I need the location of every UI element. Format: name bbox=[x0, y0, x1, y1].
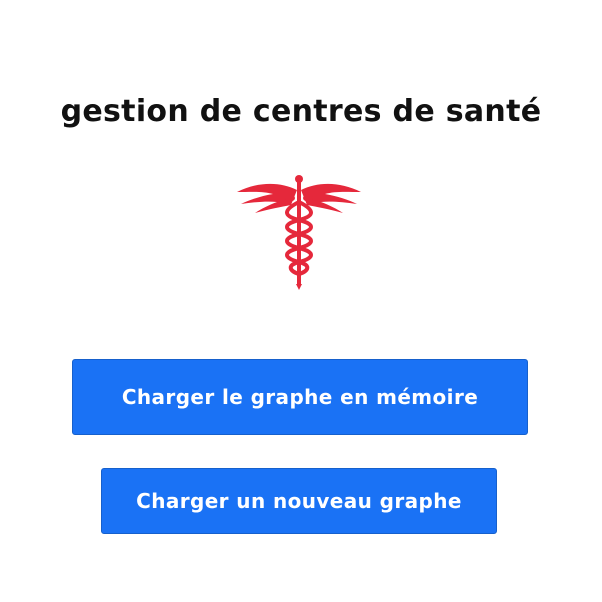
home-screen: gestion de centres de santé Charger le g… bbox=[0, 0, 602, 602]
page-title: gestion de centres de santé bbox=[60, 94, 542, 129]
load-new-graph-button[interactable]: Charger un nouveau graphe bbox=[101, 468, 497, 534]
load-graph-memory-button[interactable]: Charger le graphe en mémoire bbox=[72, 359, 528, 435]
caduceus-icon bbox=[233, 172, 365, 290]
